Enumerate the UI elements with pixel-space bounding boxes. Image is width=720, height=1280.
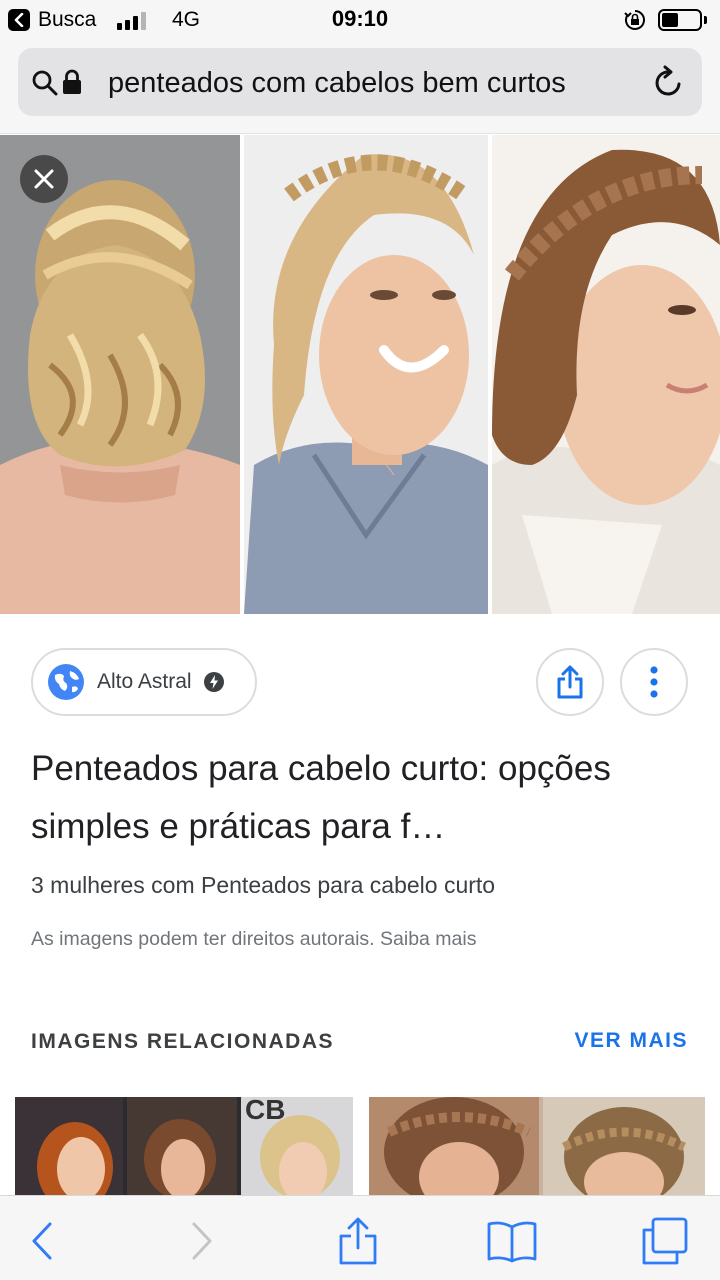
share-button[interactable] [328, 1216, 388, 1266]
forward-button[interactable] [172, 1216, 232, 1266]
image-preview-strip[interactable] [0, 135, 720, 614]
rotation-lock-icon [624, 10, 645, 30]
related-images-strip: CB [15, 1097, 705, 1197]
battery-icon [658, 9, 702, 31]
tabs-button[interactable] [634, 1216, 694, 1266]
result-subtitle: 3 mulheres com Penteados para cabelo cur… [31, 872, 496, 898]
learn-more-link[interactable]: Saiba mais [380, 928, 476, 950]
close-icon [34, 169, 54, 189]
source-chip[interactable]: Alto Astral [31, 648, 257, 716]
back-icon [32, 1222, 52, 1260]
browser-page: Busca 4G 09:10 penteados com cabelos bem… [0, 0, 720, 1280]
share-result-button[interactable] [536, 648, 604, 716]
more-vertical-icon [650, 666, 658, 698]
url-text[interactable]: penteados com cabelos bem curtos [108, 67, 648, 100]
related-images-heading: IMAGENS RELACIONADAS [31, 1030, 335, 1053]
address-bar[interactable]: penteados com cabelos bem curtos [18, 48, 702, 116]
back-button[interactable] [12, 1216, 72, 1266]
share-icon [557, 665, 583, 699]
forward-icon [192, 1222, 212, 1260]
source-name: Alto Astral [97, 670, 192, 693]
result-title[interactable]: Penteados para cabelo curto: opções simp… [31, 740, 671, 856]
clock: 09:10 [331, 6, 389, 31]
copyright-notice: As imagens podem ter direitos autorais. … [31, 928, 476, 951]
status-bar: Busca 4G 09:10 [0, 0, 720, 40]
preview-image-1[interactable] [0, 135, 240, 614]
see-more-link[interactable]: VER MAIS [574, 1029, 688, 1053]
svg-text:CB: CB [245, 1097, 285, 1125]
battery-tip [704, 16, 707, 24]
globe-icon [48, 664, 84, 700]
preview-image-2[interactable] [244, 135, 488, 614]
address-bar-area: penteados com cabelos bem curtos [0, 40, 720, 134]
lock-icon [63, 69, 81, 94]
search-icon [32, 70, 58, 96]
reload-icon[interactable] [652, 64, 686, 100]
browser-toolbar [0, 1195, 720, 1280]
more-options-button[interactable] [620, 648, 688, 716]
bookmarks-button[interactable] [482, 1216, 542, 1266]
bookmarks-icon [487, 1221, 537, 1263]
copyright-text: As imagens podem ter direitos autorais. [31, 928, 375, 950]
amp-bolt-icon [203, 672, 224, 692]
related-image-2[interactable] [369, 1097, 705, 1197]
close-preview-button[interactable] [20, 155, 68, 203]
share-icon [339, 1217, 377, 1265]
preview-image-3[interactable] [492, 135, 720, 614]
tabs-icon [642, 1217, 688, 1265]
related-image-1[interactable]: CB [15, 1097, 353, 1197]
